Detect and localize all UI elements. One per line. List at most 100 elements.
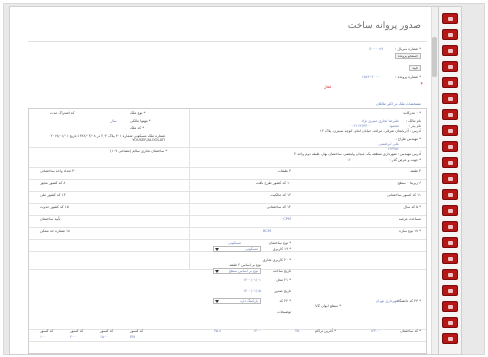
right-toolbar [438,7,461,354]
bottom-val-3: ۳۵.۸ [214,329,221,333]
date-value: ۱۴۰۰/۰۱/۱۵ [243,289,261,293]
usage-select-value: مسکونی [245,247,258,251]
sel2-label: * ۲۰ کاربری تجاری [262,258,291,262]
save-icon[interactable] [442,29,458,40]
attach-icon[interactable] [442,109,458,120]
note-label: توضیحات [277,310,291,314]
left-row4-text: شماره ملک مسکونی شماره ۳۰۱ پلاک ۲۰۴ در ۱… [50,134,165,142]
r4-mid: ۱۴ کد ساختمانی [266,205,291,209]
architect-code: ۱۲۳۴۵۶ [387,147,399,151]
architect-name: علی ابراهیمی [378,142,399,146]
title-divider [28,41,427,42]
owner-national-id: ۰۰۲۱۱۲۲۳۳۰۰ [349,124,371,128]
content-page: صدور پروانه ساخت * شماره سریال : 0٠٠٠٠۸۹… [9,6,462,355]
page-title: صدور پروانه ساخت [347,21,421,31]
usage-select[interactable]: مسکونی [213,246,261,252]
owner-name: علیرضا تجاری منیری نژاد [361,119,399,123]
document-icon[interactable] [442,221,458,232]
bottom-val-1: ۴۵۰ [295,329,301,333]
bottom-mid-label: * آخرین تراکم [314,329,336,333]
direction-label: * جهت و عرض گذر : [389,158,421,162]
build-date-select[interactable]: نوع بر اساس سطح [213,268,261,274]
bottom-val-2: ۱۲۰۰ [253,329,261,333]
section-title: مشخصات ملک در اکثر مالکان [376,102,421,106]
edit-icon[interactable] [442,77,458,88]
architect-label: * مهندس طراح : [395,137,421,141]
history-icon[interactable] [442,189,458,200]
r1-right: ۴ طبقه [410,169,421,173]
bottom-cell-3: ۱۰۰ [40,335,46,339]
direction-value: ۱۲ [347,158,351,162]
print-icon[interactable] [442,45,458,56]
lock-icon[interactable] [442,317,458,328]
sel4-label: * ۲۱ محل [276,278,291,282]
search-file-button[interactable]: جستجو پرونده [394,53,421,59]
sel2-value: نوع بر اساس ۲ طبقه [229,263,261,267]
refresh-icon[interactable] [442,125,458,136]
storey-label: * سطح ایوان VZ [315,304,341,308]
serial-value: 0٠٠٠٠۸۹ [369,47,383,51]
r5-right: مساحت عرصه [398,217,421,221]
calendar-icon[interactable] [442,253,458,264]
help-icon[interactable] [442,285,458,296]
file-status: فعال [323,85,331,89]
r2-mid: ۱۰ کد کشور طرح بافت [255,181,291,185]
delete-icon[interactable] [442,93,458,104]
left-row5-label: * ساختمان تجاری سالم (مشاعی ۱۰۷) [110,149,168,153]
map-icon[interactable] [442,205,458,216]
r3-right: ۱۱ کد کسور ساختمانی [387,193,421,197]
r4-right: * ۵ کد سال [403,205,422,209]
bottom-cell-1: ۱۵۰۰ [100,335,108,339]
search-icon[interactable] [442,61,458,72]
owner-name-label: نام مالک : [405,119,421,123]
bottom-cell-0: EN [130,335,135,339]
bottom-col-1: کد کسور [100,329,114,333]
confirm-button[interactable]: تایید [409,65,421,71]
b-row3-value: مسکونی [228,241,241,245]
report-icon[interactable] [442,141,458,152]
r5-mid: CPM [283,217,291,221]
r4-left: ۱۵ کد کشور حدوث [40,205,69,209]
folder-icon[interactable] [442,237,458,248]
mail-icon[interactable] [442,269,458,280]
exit-icon[interactable] [442,333,458,344]
architect-address: آدرس مهندس : شهرداری منطقه یک، میدان ولی… [294,152,421,156]
bottom-col-0: کد کسور [130,329,144,333]
r1-mid: ۳ طبقات [277,169,291,173]
scrollbar-thumb[interactable] [432,37,437,77]
info-icon[interactable] [442,301,458,312]
left-row1-sub: کد اشتراک مدت [50,111,75,115]
b-row1-label: * ۱۷ نوع سازه [399,229,421,233]
r2-left: ۸ کد کشور مجوز [40,181,66,185]
bottom-col-3: کد کسور [40,329,54,333]
left-row3-label: * کد ملک [130,126,145,130]
chevron-down-icon [215,248,219,251]
settings-icon[interactable] [442,173,458,184]
owner2-value: شهرداری تهران [375,299,399,303]
required-star: * [420,82,424,88]
user-icon[interactable] [442,157,458,168]
form-table [28,108,427,354]
home-icon[interactable] [442,13,458,24]
date-label: تاریخ صدور [274,289,291,293]
sel3-label: تاریخ ساخت [272,269,291,273]
b-row2-label: ۱۸ شماره حد ممکن [40,229,70,233]
owner-father: محمود [389,124,399,128]
build-date-select-value: نوع بر اساس سطح [228,269,258,273]
parking-select[interactable]: پارکینگ دارد [213,298,261,304]
left-row1-label: * نوع ملک [130,111,146,115]
bottom-col-2: کد کسور [70,329,84,333]
bottom-val-0: ۱۲۴.۰۰ [370,329,381,333]
parking-select-value: پارکینگ دارد [239,299,258,303]
window-frame: صدور پروانه ساخت * شماره سریال : 0٠٠٠٠۸۹… [3,3,485,355]
vertical-scrollbar[interactable] [431,7,438,354]
owner-header: * ۰ مدرکانه: [402,111,421,115]
r3-left: ۱۳ کد کشور ملی [40,193,66,197]
serial-label: * شماره سریال : [395,47,421,51]
r2-right: ۶ زیربنا ۰ سطح [397,181,421,185]
r1-left: ۳۰ تعداد واحد ساختمانی [40,169,76,173]
chevron-down-icon [215,270,219,273]
left-row2-value: سال [110,119,117,123]
chevron-down-icon [215,300,219,303]
owner-father-label: نام پدر : [408,124,421,128]
